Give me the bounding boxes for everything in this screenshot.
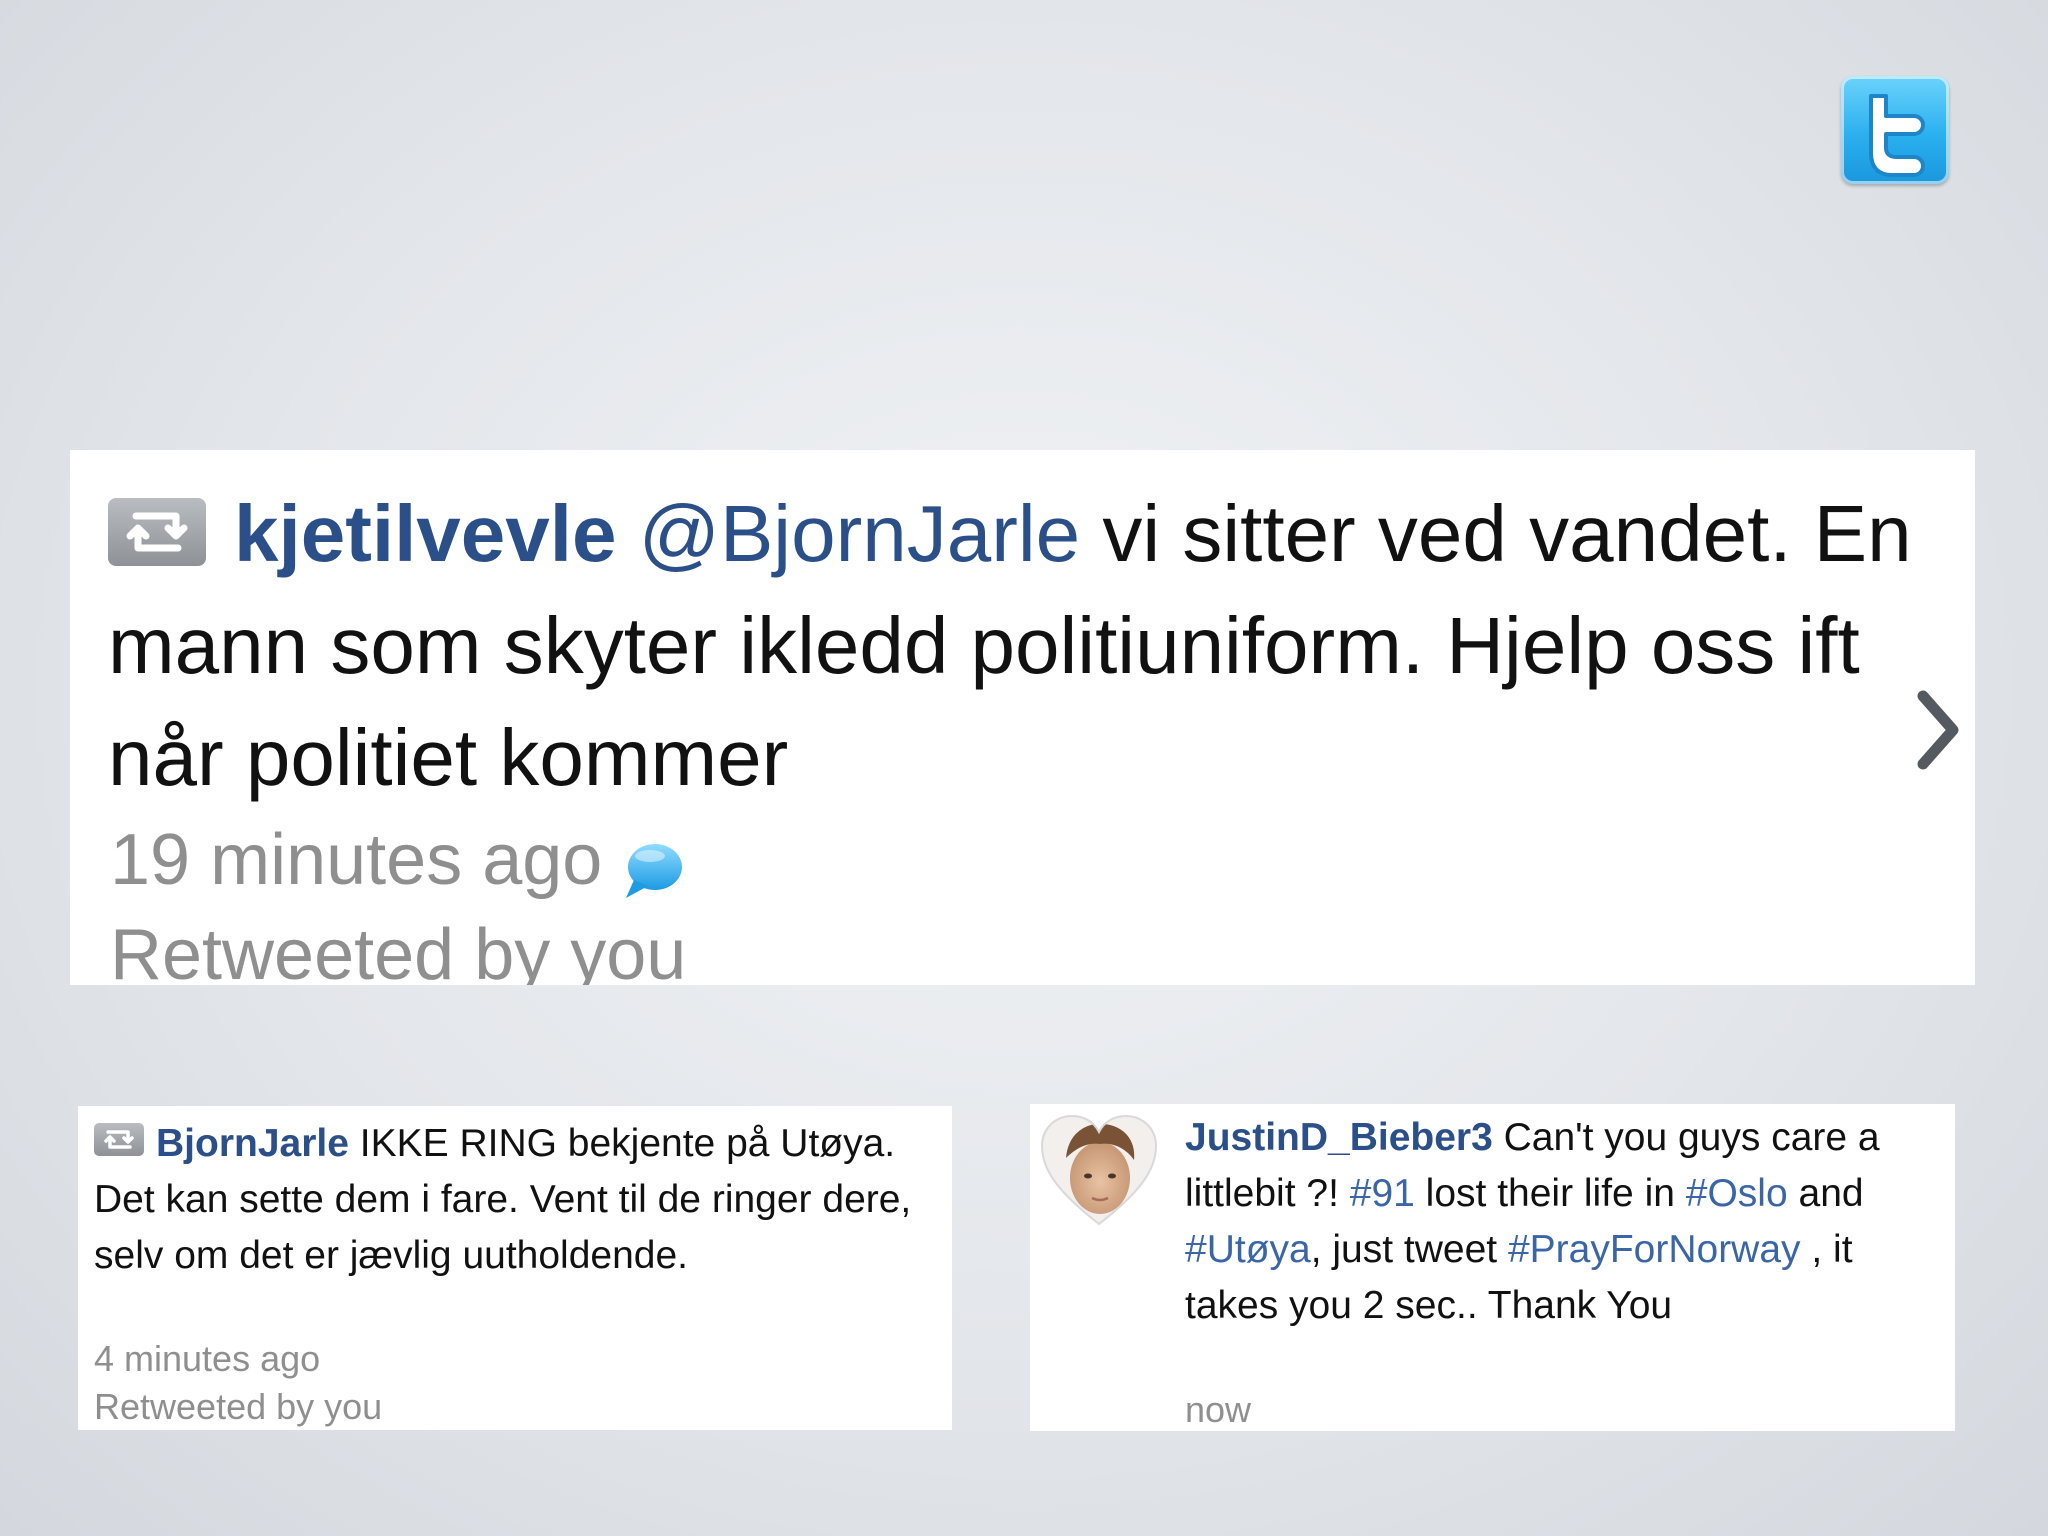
twitter-logo-icon: [1841, 76, 1949, 184]
hashtag-utoya[interactable]: #Utøya: [1185, 1228, 1311, 1271]
retweeted-by-label: Retweeted by you: [110, 915, 687, 985]
tweet-timestamp: 19 minutes ago: [110, 810, 684, 910]
left-tweet-body: BjornJarle IKKE RING bekjente på Utøya. …: [94, 1116, 944, 1284]
tweet-username[interactable]: BjornJarle: [156, 1122, 349, 1165]
right-tweet-card[interactable]: JustinD_Bieber3 Can't you guys care a li…: [1030, 1104, 1955, 1431]
heart-avatar[interactable]: [1038, 1112, 1160, 1230]
tweet-mention[interactable]: @BjornJarle: [639, 489, 1080, 578]
tweet-text-part-3: and: [1787, 1172, 1864, 1215]
left-tweet-card[interactable]: BjornJarle IKKE RING bekjente på Utøya. …: [78, 1106, 952, 1430]
main-tweet-card[interactable]: kjetilvevle @BjornJarle vi sitter ved va…: [70, 450, 1975, 985]
right-tweet-body: JustinD_Bieber3 Can't you guys care a li…: [1185, 1110, 1945, 1334]
retweet-icon: [94, 1123, 144, 1157]
chevron-right-icon[interactable]: [1915, 690, 1961, 770]
tweet-timestamp: now: [1185, 1389, 1252, 1430]
tweet-text-part-4: , just tweet: [1310, 1228, 1508, 1271]
main-tweet-body: kjetilvevle @BjornJarle vi sitter ved va…: [108, 478, 1938, 814]
hashtag-prayfornorway[interactable]: #PrayForNorway: [1508, 1228, 1801, 1271]
tweet-timestamp: 4 minutes ago: [94, 1338, 321, 1379]
hashtag-oslo[interactable]: #Oslo: [1686, 1172, 1788, 1215]
speech-bubble-icon[interactable]: [622, 828, 684, 898]
retweet-icon: [108, 497, 206, 566]
hashtag-91[interactable]: #91: [1350, 1172, 1415, 1215]
tweet-username[interactable]: kjetilvevle: [234, 489, 617, 578]
retweeted-by-label: Retweeted by you: [94, 1386, 383, 1427]
tweet-username[interactable]: JustinD_Bieber3: [1185, 1116, 1493, 1159]
tweet-text-part-2: lost their life in: [1414, 1172, 1686, 1215]
tweet-time-text: 19 minutes ago: [110, 820, 603, 900]
